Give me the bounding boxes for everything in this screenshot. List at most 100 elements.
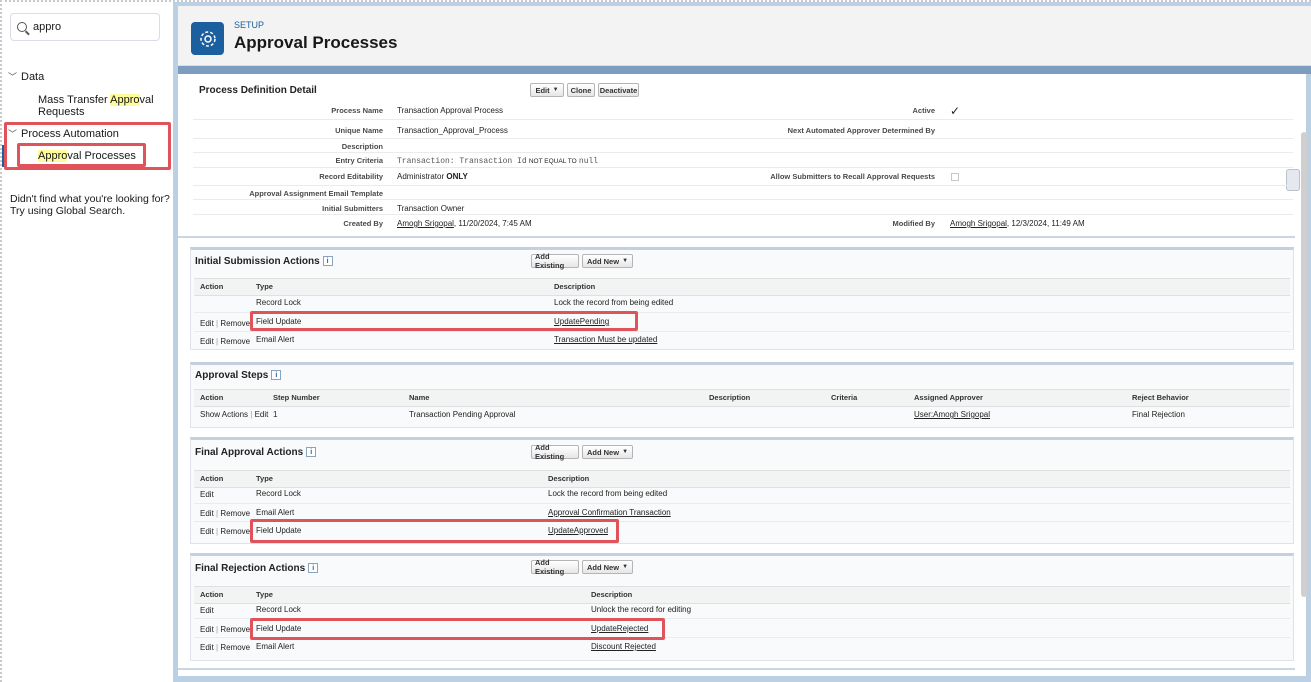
field-label: Created By <box>343 219 383 228</box>
column-header: Action <box>200 590 224 599</box>
edit-link[interactable]: Edit <box>200 606 214 615</box>
modified-by-value: Amogh Srigopal, 12/3/2024, 11:49 AM <box>950 219 1085 228</box>
table-cell: Record Lock <box>256 605 301 614</box>
unique-name-value: Transaction_Approval_Process <box>397 126 508 135</box>
table-cell: Lock the record from being edited <box>548 489 668 498</box>
table-cell: Email Alert <box>256 508 295 517</box>
edit-link[interactable]: Edit <box>200 509 214 518</box>
email-alert-link[interactable]: Discount Rejected <box>591 642 656 651</box>
table-cell: 1 <box>273 410 278 419</box>
tree-node-data[interactable]: ﹀ Data <box>8 70 44 83</box>
deactivate-button[interactable]: Deactivate <box>598 83 639 97</box>
field-label: Allow Submitters to Recall Approval Requ… <box>770 172 935 181</box>
add-new-button[interactable]: Add New ▼ <box>582 445 633 459</box>
edit-link[interactable]: Edit <box>200 337 214 346</box>
add-new-button[interactable]: Add New ▼ <box>582 254 633 268</box>
value-text: ONLY <box>446 172 468 181</box>
field-label: Next Automated Approver Determined By <box>787 126 935 135</box>
section-title: Process Definition Detail <box>199 85 317 96</box>
button-label: Add New <box>586 256 620 266</box>
column-header: Action <box>200 474 224 483</box>
column-header: Description <box>548 474 590 483</box>
info-icon[interactable]: i <box>322 256 333 267</box>
table-cell: Record Lock <box>256 298 301 307</box>
modified-by-link[interactable]: Amogh Srigopal <box>950 219 1007 228</box>
button-label: Add New <box>586 562 620 572</box>
column-header: Name <box>409 393 430 402</box>
row-actions: Edit | Remove <box>200 337 250 346</box>
created-by-value: Amogh Srigopal, 11/20/2024, 7:45 AM <box>397 219 532 228</box>
edit-link[interactable]: Edit <box>200 490 214 499</box>
email-alert-link[interactable]: Transaction Must be updated <box>554 335 657 344</box>
criteria-text: Transaction: Transaction Id <box>397 157 527 166</box>
row-actions: Show Actions | Edit <box>200 410 268 419</box>
table-cell: Email Alert <box>256 642 295 651</box>
collapse-handle[interactable] <box>1286 169 1300 191</box>
add-existing-button[interactable]: Add Existing <box>531 558 579 576</box>
remove-link[interactable]: Remove <box>220 527 250 536</box>
vertical-scrollbar[interactable] <box>1301 132 1307 597</box>
table-cell: Unlock the record for editing <box>591 605 692 614</box>
field-label: Approval Assignment Email Template <box>249 189 383 198</box>
record-editability-value: Administrator ONLY <box>397 172 468 181</box>
remove-link[interactable]: Remove <box>220 509 250 518</box>
approver-link[interactable]: User:Amogh Srigopal <box>914 410 990 419</box>
email-alert-link[interactable]: Approval Confirmation Transaction <box>548 508 671 517</box>
highlight-box <box>250 519 619 543</box>
table-cell: Email Alert <box>256 335 295 344</box>
remove-link[interactable]: Remove <box>220 643 250 652</box>
remove-link[interactable]: Remove <box>220 625 250 634</box>
help-line: Didn't find what you're looking for? <box>10 193 170 205</box>
created-by-link[interactable]: Amogh Srigopal <box>397 219 454 228</box>
entry-criteria-value: Transaction: Transaction Id NOT EQUAL TO… <box>397 156 598 166</box>
field-label: Record Editability <box>319 172 383 181</box>
section-separator <box>178 236 1295 238</box>
column-header: Assigned Approver <box>914 393 983 402</box>
edit-link[interactable]: Edit <box>200 527 214 536</box>
divider <box>193 138 1293 139</box>
row-actions: Edit | Remove <box>200 527 250 536</box>
edit-link[interactable]: Edit <box>200 643 214 652</box>
remove-link[interactable]: Remove <box>220 319 250 328</box>
add-existing-button[interactable]: Add Existing <box>531 443 579 461</box>
column-header: Description <box>709 393 751 402</box>
clone-button[interactable]: Clone <box>567 83 595 97</box>
show-actions-link[interactable]: Show Actions <box>200 410 248 419</box>
add-existing-button[interactable]: Add Existing <box>531 252 579 270</box>
column-header: Description <box>591 590 633 599</box>
column-header: Step Number <box>273 393 320 402</box>
divider <box>193 214 1293 215</box>
info-icon[interactable]: i <box>306 447 317 458</box>
edit-dropdown-button[interactable]: Edit ▼ <box>530 83 564 97</box>
initial-submission-panel <box>190 247 1294 350</box>
button-label: Add New <box>586 447 620 457</box>
divider <box>193 199 1293 200</box>
edit-link[interactable]: Edit <box>200 625 214 634</box>
field-label: Initial Submitters <box>322 204 383 213</box>
remove-link[interactable]: Remove <box>220 337 250 346</box>
help-line: Try using Global Search. <box>10 205 126 217</box>
tree-node-label: Data <box>21 70 45 83</box>
setup-sidebar: ﹀ Data Mass Transfer Approval Requests ﹀… <box>2 2 172 682</box>
title-text: Final Approval Actions <box>195 447 304 458</box>
edit-link[interactable]: Edit <box>200 319 214 328</box>
column-header: Criteria <box>831 393 858 402</box>
highlight-box <box>250 311 638 331</box>
caret-down-icon: ▼ <box>622 449 629 455</box>
quick-find-box[interactable] <box>10 13 160 41</box>
info-icon[interactable]: i <box>308 563 319 574</box>
quick-find-input[interactable] <box>33 21 143 33</box>
add-new-button[interactable]: Add New ▼ <box>582 560 633 574</box>
tree-leaf-mass-transfer[interactable]: Mass Transfer Approval Requests <box>38 94 154 118</box>
page-header: SETUP Approval Processes <box>178 6 1311 66</box>
setup-gear-icon <box>191 22 224 55</box>
column-header: Description <box>554 282 596 291</box>
page-title: Approval Processes <box>234 33 398 52</box>
edit-link[interactable]: Edit <box>255 410 269 419</box>
leaf-text: val <box>139 94 154 106</box>
title-text: Initial Submission Actions <box>195 256 320 267</box>
divider <box>194 331 1290 332</box>
info-icon[interactable]: i <box>271 370 282 381</box>
allow-recall-checkbox <box>951 173 959 181</box>
row-actions: Edit | Remove <box>200 319 250 328</box>
